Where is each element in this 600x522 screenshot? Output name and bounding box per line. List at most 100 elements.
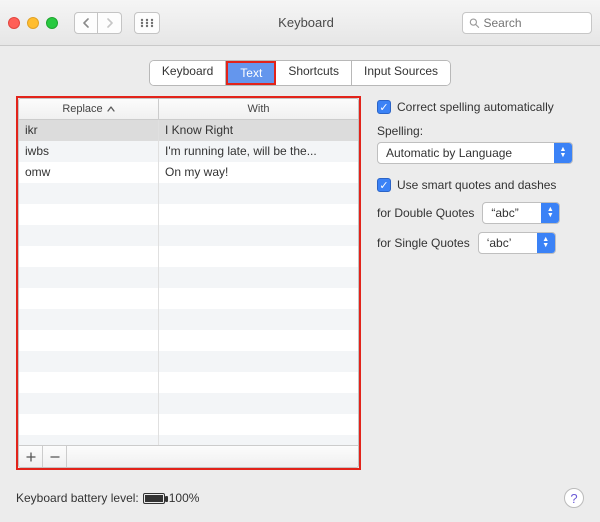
column-with[interactable]: With [159, 99, 358, 119]
remove-button[interactable] [43, 446, 67, 468]
battery-percent: 100% [169, 491, 200, 505]
titlebar: Keyboard [0, 0, 600, 46]
table-row[interactable]: ikrI Know Right [19, 120, 358, 141]
cell-replace [19, 309, 159, 330]
cell-replace [19, 183, 159, 204]
cell-replace [19, 393, 159, 414]
zoom-icon[interactable] [46, 17, 58, 29]
cell-with: On my way! [159, 162, 358, 183]
cell-with [159, 414, 358, 435]
single-quotes-row: for Single Quotes ‘abc’ ▲▼ [377, 232, 584, 254]
cell-replace: ikr [19, 120, 159, 141]
battery-icon [143, 493, 165, 504]
cell-replace [19, 267, 159, 288]
table-row[interactable] [19, 288, 358, 309]
cell-replace [19, 204, 159, 225]
cell-with [159, 246, 358, 267]
spelling-label: Spelling: [377, 124, 584, 138]
add-button[interactable] [19, 446, 43, 468]
minus-icon [50, 452, 60, 462]
smart-quotes-row[interactable]: ✓ Use smart quotes and dashes [377, 178, 584, 192]
updown-icon: ▲▼ [541, 203, 559, 223]
table-row[interactable] [19, 204, 358, 225]
updown-icon: ▲▼ [554, 143, 572, 163]
table-row[interactable] [19, 183, 358, 204]
cell-replace [19, 330, 159, 351]
cell-replace [19, 435, 159, 445]
cell-with [159, 183, 358, 204]
bottom-bar: Keyboard battery level: 100% ? [0, 477, 600, 522]
table-row[interactable] [19, 414, 358, 435]
table-row[interactable] [19, 393, 358, 414]
cell-with [159, 330, 358, 351]
table-footer [19, 445, 358, 467]
cell-replace [19, 288, 159, 309]
table-row[interactable] [19, 267, 358, 288]
spelling-block: Spelling: Automatic by Language ▲▼ [377, 124, 584, 164]
cell-replace: iwbs [19, 141, 159, 162]
table-row[interactable]: omwOn my way! [19, 162, 358, 183]
window-controls [8, 17, 58, 29]
substitutions-highlight: Replace With ikrI Know RightiwbsI'm runn… [16, 96, 361, 470]
cell-replace [19, 372, 159, 393]
table-row[interactable] [19, 351, 358, 372]
help-button[interactable]: ? [564, 488, 584, 508]
cell-replace: omw [19, 162, 159, 183]
column-replace[interactable]: Replace [19, 99, 159, 119]
plus-icon [26, 452, 36, 462]
cell-with [159, 351, 358, 372]
back-button[interactable] [74, 12, 98, 34]
table-row[interactable]: iwbsI'm running late, will be the... [19, 141, 358, 162]
cell-with [159, 435, 358, 445]
chevron-up-icon [107, 106, 115, 112]
close-icon[interactable] [8, 17, 20, 29]
updown-icon: ▲▼ [537, 233, 555, 253]
double-quotes-value: “abc” [483, 206, 541, 220]
show-all-button[interactable] [134, 12, 160, 34]
tab-text-highlight: Text [226, 61, 276, 85]
tab-input-sources[interactable]: Input Sources [352, 61, 450, 85]
double-quotes-select[interactable]: “abc” ▲▼ [482, 202, 560, 224]
table-header: Replace With [19, 99, 358, 120]
segmented-tabs: Keyboard Text Shortcuts Input Sources [149, 60, 451, 86]
tab-text[interactable]: Text [228, 63, 274, 83]
cell-with [159, 204, 358, 225]
tab-shortcuts[interactable]: Shortcuts [276, 61, 352, 85]
single-quotes-label: for Single Quotes [377, 236, 470, 250]
cell-replace [19, 225, 159, 246]
checkbox-correct-spelling[interactable]: ✓ [377, 100, 391, 114]
tab-row: Keyboard Text Shortcuts Input Sources [0, 60, 600, 86]
spelling-select[interactable]: Automatic by Language ▲▼ [377, 142, 573, 164]
minimize-icon[interactable] [27, 17, 39, 29]
spelling-value: Automatic by Language [378, 146, 554, 160]
main-content: Replace With ikrI Know RightiwbsI'm runn… [0, 96, 600, 470]
table-row[interactable] [19, 246, 358, 267]
smart-quotes-label: Use smart quotes and dashes [397, 178, 556, 192]
table-row[interactable] [19, 330, 358, 351]
checkbox-smart-quotes[interactable]: ✓ [377, 178, 391, 192]
tab-keyboard[interactable]: Keyboard [150, 61, 226, 85]
cell-with: I Know Right [159, 120, 358, 141]
help-icon: ? [570, 491, 577, 506]
correct-spelling-row[interactable]: ✓ Correct spelling automatically [377, 100, 584, 114]
table-row[interactable] [19, 372, 358, 393]
cell-with [159, 393, 358, 414]
single-quotes-value: ‘abc’ [479, 236, 537, 250]
cell-replace [19, 414, 159, 435]
forward-button[interactable] [98, 12, 122, 34]
single-quotes-select[interactable]: ‘abc’ ▲▼ [478, 232, 556, 254]
cell-with [159, 372, 358, 393]
cell-replace [19, 351, 159, 372]
table-row[interactable] [19, 435, 358, 445]
options-panel: ✓ Correct spelling automatically Spellin… [371, 96, 584, 470]
table-row[interactable] [19, 309, 358, 330]
search-input[interactable] [484, 16, 586, 30]
cell-with [159, 288, 358, 309]
window-title: Keyboard [166, 15, 456, 30]
cell-with [159, 225, 358, 246]
table-row[interactable] [19, 225, 358, 246]
double-quotes-label: for Double Quotes [377, 206, 474, 220]
search-field[interactable] [462, 12, 592, 34]
column-with-label: With [248, 103, 270, 115]
table-body[interactable]: ikrI Know RightiwbsI'm running late, wil… [19, 120, 358, 445]
